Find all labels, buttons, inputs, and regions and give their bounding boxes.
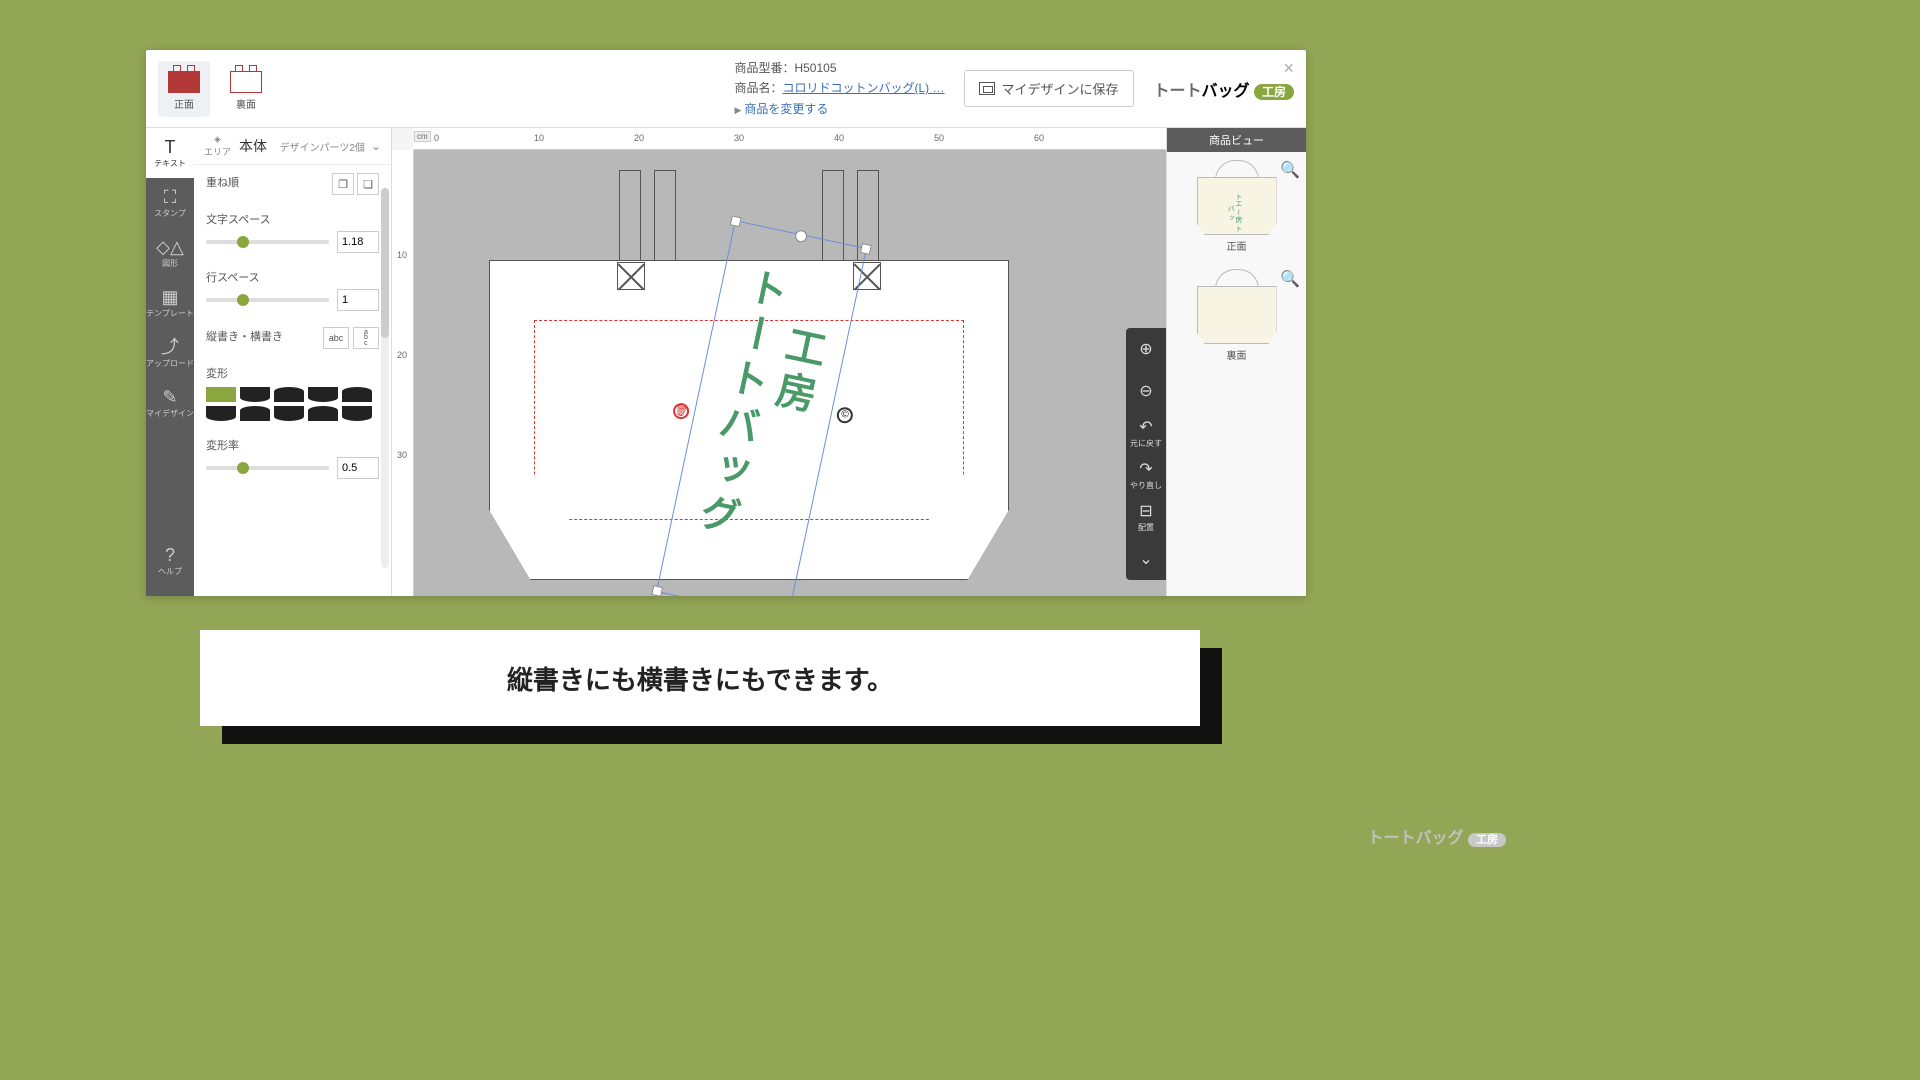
zoom-in-button[interactable]: ⊕	[1126, 328, 1166, 370]
tool-shape[interactable]: ◇△図形	[146, 228, 194, 278]
shape-6[interactable]	[206, 406, 236, 421]
horizontal-button[interactable]: abc	[323, 327, 349, 349]
footer-logo: トートバッグ 工房	[1368, 824, 1506, 848]
linespace-label: 行スペース	[206, 269, 379, 285]
tool-stamp[interactable]: ⛶スタンプ	[146, 178, 194, 228]
parts-count: デザインパーツ2個	[280, 139, 365, 154]
caption-block: 縦書きにも横書きにもできます。	[200, 630, 1200, 726]
close-icon[interactable]: ×	[1283, 58, 1294, 79]
align-icon: ⊟	[1139, 501, 1152, 521]
bag-back-icon	[230, 67, 262, 93]
handle-bl[interactable]	[651, 585, 663, 596]
send-back-button[interactable]: ❏	[357, 173, 379, 195]
deform-label: 変形	[206, 365, 379, 381]
handle-tl[interactable]	[730, 215, 742, 227]
change-product-link[interactable]: 商品を変更する	[734, 99, 944, 119]
shape-icon: ◇△	[156, 238, 184, 256]
bag-front-icon	[168, 67, 200, 93]
shape-3[interactable]	[274, 387, 304, 402]
panel-scrollbar[interactable]	[381, 188, 389, 568]
brand-logo: トートバッグ 工房	[1154, 77, 1295, 101]
shape-9[interactable]	[308, 406, 338, 421]
undo-button[interactable]: ↶元に戻す	[1126, 412, 1166, 454]
linespace-input[interactable]	[337, 289, 379, 311]
ruler-unit: cm	[414, 131, 431, 142]
stamp-icon: ⛶	[164, 188, 177, 206]
rotate-handle[interactable]	[793, 229, 807, 243]
preview-back[interactable]: 🔍 裏面	[1167, 261, 1306, 370]
charspace-input[interactable]	[337, 231, 379, 253]
tab-back-label: 裏面	[236, 96, 256, 111]
design-canvas[interactable]: トートバッグ 工房 🗑 ©	[414, 150, 1166, 596]
ruler-horizontal: cm 0 10 20 30 40 50 60	[414, 128, 1166, 150]
save-icon	[979, 82, 995, 95]
handle-tr[interactable]	[860, 243, 872, 255]
chevron-down-icon[interactable]: ⌄	[371, 139, 381, 153]
preview-title: 商品ビュー	[1167, 128, 1306, 152]
charspace-slider[interactable]	[206, 240, 329, 244]
save-design-button[interactable]: マイデザインに保存	[964, 70, 1133, 107]
product-info: 商品型番：H50105 商品名：コロリドコットンバッグ(L) … 商品を変更する	[734, 58, 944, 119]
tool-upload[interactable]: ⤴アップロード	[146, 328, 194, 378]
zoom-in-icon: ⊕	[1139, 339, 1152, 359]
template-icon: ▦	[161, 288, 178, 306]
vertical-button[interactable]: abc	[353, 327, 379, 349]
tab-front[interactable]: 正面	[158, 61, 210, 117]
layers-icon: ◈	[214, 134, 221, 145]
linespace-slider[interactable]	[206, 298, 329, 302]
upload-icon: ⤴	[161, 338, 179, 356]
shape-4[interactable]	[308, 387, 338, 402]
preview-front[interactable]: 🔍 トエ ー房 トバ ッ 正面	[1167, 152, 1306, 261]
panel-header: ◈エリア 本体 デザインパーツ2個 ⌄	[194, 128, 391, 165]
undo-icon: ↶	[1139, 417, 1152, 437]
chevron-down-icon: ⌄	[1139, 549, 1152, 569]
shape-5[interactable]	[342, 387, 372, 402]
direction-label: 縦書き・横書き	[206, 328, 283, 344]
zoom-out-icon: ⊖	[1139, 381, 1152, 401]
ruler-vertical: 10 20 30	[392, 150, 414, 596]
shape-7[interactable]	[240, 406, 270, 421]
tool-mydesign[interactable]: ✎マイデザイン	[146, 378, 194, 428]
zoom-icon[interactable]: 🔍	[1280, 160, 1300, 180]
rate-slider[interactable]	[206, 466, 329, 470]
bag-outline: トートバッグ 工房 🗑 ©	[489, 210, 1009, 580]
workspace: Tテキスト ⛶スタンプ ◇△図形 ▦テンプレート ⤴アップロード ✎マイデザイン…	[146, 128, 1306, 596]
tool-help[interactable]: ?ヘルプ	[146, 536, 194, 586]
preview-panel: 商品ビュー 🔍 トエ ー房 トバ ッ 正面 🔍 裏面	[1166, 128, 1306, 596]
deform-shapes	[206, 387, 379, 421]
tab-front-label: 正面	[174, 96, 194, 111]
shape-flat[interactable]	[206, 387, 236, 402]
left-toolbar: Tテキスト ⛶スタンプ ◇△図形 ▦テンプレート ⤴アップロード ✎マイデザイン…	[146, 128, 194, 596]
app-window: × 正面 裏面 商品型番：H50105 商品名：コロリドコットンバッグ(L) ……	[146, 50, 1306, 596]
align-button[interactable]: ⊟配置	[1126, 496, 1166, 538]
text-icon: T	[165, 138, 176, 156]
caption-text: 縦書きにも横書きにもできます。	[200, 630, 1200, 726]
tool-template[interactable]: ▦テンプレート	[146, 278, 194, 328]
shape-8[interactable]	[274, 406, 304, 421]
panel-title: 本体	[239, 136, 280, 156]
more-button[interactable]: ⌄	[1126, 538, 1166, 580]
tool-text[interactable]: Tテキスト	[146, 128, 194, 178]
shape-2[interactable]	[240, 387, 270, 402]
product-name-link[interactable]: コロリドコットンバッグ(L) …	[782, 81, 944, 95]
product-model: H50105	[794, 61, 836, 75]
shape-10[interactable]	[342, 406, 372, 421]
mydesign-icon: ✎	[162, 388, 177, 406]
header: 正面 裏面 商品型番：H50105 商品名：コロリドコットンバッグ(L) … 商…	[146, 50, 1306, 128]
zoom-out-button[interactable]: ⊖	[1126, 370, 1166, 412]
zoom-icon[interactable]: 🔍	[1280, 269, 1300, 289]
rate-label: 変形率	[206, 437, 379, 453]
charspace-label: 文字スペース	[206, 211, 379, 227]
help-icon: ?	[165, 546, 175, 564]
canvas-toolbar: ⊕ ⊖ ↶元に戻す ↷やり直し ⊟配置 ⌄	[1126, 328, 1166, 580]
tab-back[interactable]: 裏面	[220, 61, 272, 117]
rate-input[interactable]	[337, 457, 379, 479]
order-label: 重ね順	[206, 174, 239, 190]
redo-button[interactable]: ↷やり直し	[1126, 454, 1166, 496]
canvas-area: cm 0 10 20 30 40 50 60 10 20 30 トートバッグ 工…	[392, 128, 1166, 596]
redo-icon: ↷	[1139, 459, 1152, 479]
properties-panel: ◈エリア 本体 デザインパーツ2個 ⌄ 重ね順 ❐ ❏ 文字スペース 行スペース…	[194, 128, 392, 596]
bring-front-button[interactable]: ❐	[332, 173, 354, 195]
